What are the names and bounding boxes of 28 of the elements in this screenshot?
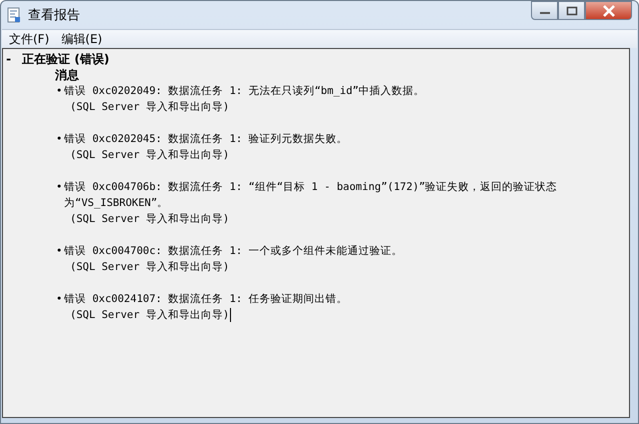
maximize-button[interactable] (558, 1, 585, 20)
message-source: (SQL Server 导入和导出向导) (70, 308, 230, 323)
bullet: • (56, 244, 64, 259)
window-title: 查看报告 (28, 7, 80, 24)
error-message: 错误 0xc0202045: 数据流任务 1: 验证列元数据失败。 (64, 132, 348, 147)
close-button[interactable] (585, 1, 632, 20)
bullet: • (56, 292, 64, 307)
maximize-icon (566, 6, 578, 16)
bullet: • (56, 132, 64, 147)
report-heading: 正在验证 (错误) (22, 51, 110, 67)
error-message: 错误 0xc0024107: 数据流任务 1: 任务验证期间出错。 (64, 292, 348, 307)
section-heading: 消息 (55, 67, 80, 83)
message-source: (SQL Server 导入和导出向导) (70, 148, 230, 163)
close-icon (602, 4, 616, 16)
bullet: • (56, 180, 64, 195)
menu-item[interactable]: 文件(F) (6, 30, 52, 48)
message-source: (SQL Server 导入和导出向导) (70, 100, 230, 115)
menu-item[interactable]: 编辑(E) (58, 30, 106, 48)
collapse-toggle[interactable]: - (5, 51, 12, 67)
error-message: 错误 0xc004700c: 数据流任务 1: 一个或多个组件未能通过验证。 (64, 244, 404, 259)
text-cursor (230, 308, 232, 322)
error-message: 错误 0xc004706b: 数据流任务 1: “组件“目标 1 - baoming”(172)”验证失败，返回的验证状态为“VS_ISBROKEN”。 (64, 180, 558, 211)
message-source: (SQL Server 导入和导出向导) (70, 212, 230, 227)
minimize-button[interactable] (531, 1, 558, 20)
document-icon (6, 7, 22, 23)
bullet: • (56, 84, 64, 99)
message-source: (SQL Server 导入和导出向导) (70, 260, 230, 275)
error-message: 错误 0xc0202049: 数据流任务 1: 无法在只读列“bm_id”中插入数据。 (64, 84, 426, 99)
